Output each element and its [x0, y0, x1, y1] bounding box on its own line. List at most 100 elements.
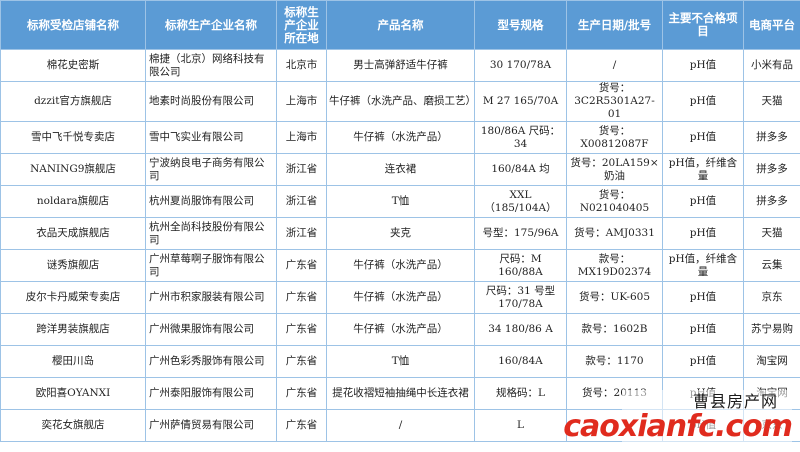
table-row: dzzit官方旗舰店 地素时尚股份有限公司 上海市 牛仔裤（水洗产品、磨损工艺） M 2…	[0, 81, 800, 122]
table-row: NANING9旗舰店 宁波纳良电子商务有限公司 浙江省 连衣裙 160/84A 均货号：…	[0, 153, 800, 186]
cell-shop-name: 樱田川岛	[0, 345, 146, 378]
cell-batch: 货号：X00812087F	[566, 121, 663, 154]
table-row: 皮尔卡丹威荣专卖店 广州市积家服装有限公司 广东省 牛仔裤（水洗产品） 尺码：31 号型…	[0, 281, 800, 314]
cell-shop-name: 棉花史密斯	[0, 49, 146, 82]
cell-model: 160/84A 均	[474, 153, 567, 186]
cell-batch: /	[566, 49, 663, 82]
header-product: 产品名称	[326, 0, 475, 50]
cell-location: 上海市	[276, 121, 327, 154]
cell-location: 广东省	[276, 313, 327, 346]
cell-shop-name: dzzit官方旗舰店	[0, 81, 146, 122]
cell-model: 号型：175/96A	[474, 217, 567, 250]
cell-model: M 27 165/70A	[474, 81, 567, 122]
header-shop-name: 标称受检店铺名称	[0, 0, 146, 50]
table-row: 樱田川岛 广州色彩秀服饰有限公司 广东省 T恤 160/84A 款号：1170 pH值 淘宝网	[0, 345, 800, 378]
cell-manufacturer: 宁波纳良电子商务有限公司	[145, 153, 277, 186]
cell-shop-name: 欧阳喜OYANXI	[0, 377, 146, 410]
cell-shop-name: 跨洋男装旗舰店	[0, 313, 146, 346]
cell-defect: pH值	[662, 345, 744, 378]
cell-location: 浙江省	[276, 185, 327, 218]
watermark-logo: 曹县房产网 caoxianfc.com	[563, 390, 793, 448]
cell-batch: 货号：AMJ0331	[566, 217, 663, 250]
header-defect: 主要不合格项目	[662, 0, 744, 50]
cell-product: 牛仔裤（水洗产品）	[326, 121, 475, 154]
cell-location: 广东省	[276, 281, 327, 314]
cell-location: 浙江省	[276, 153, 327, 186]
cell-platform: 小米有品	[743, 49, 800, 82]
cell-model: 尺码：M 160/88A	[474, 249, 567, 282]
cell-defect: pH值	[662, 121, 744, 154]
cell-batch: 货号：N021040405	[566, 185, 663, 218]
cell-platform: 苏宁易购	[743, 313, 800, 346]
table-row: 衣品天成旗舰店 杭州全尚科技股份有限公司 浙江省 夹克 号型：175/96A 货号：AMJ…	[0, 217, 800, 250]
cell-product: 牛仔裤（水洗产品）	[326, 249, 475, 282]
cell-platform: 拼多多	[743, 153, 800, 186]
cell-model: 30 170/78A	[474, 49, 567, 82]
cell-platform: 拼多多	[743, 121, 800, 154]
table-row: 雪中飞千悦专卖店 雪中飞实业有限公司 上海市 牛仔裤（水洗产品） 180/86A 尺码：…	[0, 121, 800, 154]
cell-batch: 款号：1602B	[566, 313, 663, 346]
cell-manufacturer: 广州萨倩贸易有限公司	[145, 409, 277, 442]
cell-product: 牛仔裤（水洗产品、磨损工艺）	[326, 81, 475, 122]
cell-shop-name: 奕花女旗舰店	[0, 409, 146, 442]
cell-shop-name: 谜秀旗舰店	[0, 249, 146, 282]
cell-location: 广东省	[276, 377, 327, 410]
table-row: 谜秀旗舰店 广州草莓啊子服饰有限公司 广东省 牛仔裤（水洗产品） 尺码：M 160/88…	[0, 249, 800, 282]
header-model: 型号规格	[474, 0, 567, 50]
cell-model: 规格码：L	[474, 377, 567, 410]
cell-batch: 货号：20LA159×奶油	[566, 153, 663, 186]
cell-manufacturer: 广州市积家服装有限公司	[145, 281, 277, 314]
inspection-table: 标称受检店铺名称 标称生产企业名称 标称生产企业所在地 产品名称 型号规格 生产日期/批号…	[0, 0, 800, 442]
cell-location: 广东省	[276, 249, 327, 282]
cell-platform: 拼多多	[743, 185, 800, 218]
cell-defect: pH值，纤维含量	[662, 249, 744, 282]
cell-location: 浙江省	[276, 217, 327, 250]
cell-product: 提花收褶短袖抽绳中长连衣裙	[326, 377, 475, 410]
cell-location: 上海市	[276, 81, 327, 122]
cell-manufacturer: 广州色彩秀服饰有限公司	[145, 345, 277, 378]
cell-manufacturer: 雪中飞实业有限公司	[145, 121, 277, 154]
table-row: noldara旗舰店 杭州夏尚服饰有限公司 浙江省 T恤 XXL（185/104A） 货号…	[0, 185, 800, 218]
cell-batch: 款号：1170	[566, 345, 663, 378]
table-body: 棉花史密斯 棉捷（北京）网络科技有限公司 北京市 男士高弹舒适牛仔裤 30 170/78…	[0, 49, 800, 442]
cell-defect: pH值	[662, 49, 744, 82]
cell-defect: pH值	[662, 217, 744, 250]
cell-product: 牛仔裤（水洗产品）	[326, 281, 475, 314]
cell-manufacturer: 广州微果服饰有限公司	[145, 313, 277, 346]
cell-product: 男士高弹舒适牛仔裤	[326, 49, 475, 82]
cell-batch: 款号：MX19D02374	[566, 249, 663, 282]
cell-product: /	[326, 409, 475, 442]
cell-model: 180/86A 尺码：34	[474, 121, 567, 154]
cell-model: L	[474, 409, 567, 442]
cell-defect: pH值	[662, 313, 744, 346]
cell-location: 北京市	[276, 49, 327, 82]
cell-platform: 云集	[743, 249, 800, 282]
cell-model: 34 180/86 A	[474, 313, 567, 346]
cell-manufacturer: 杭州全尚科技股份有限公司	[145, 217, 277, 250]
cell-product: 牛仔裤（水洗产品）	[326, 313, 475, 346]
cell-model: 尺码：31 号型170/78A	[474, 281, 567, 314]
cell-platform: 天猫	[743, 81, 800, 122]
cell-shop-name: noldara旗舰店	[0, 185, 146, 218]
cell-platform: 淘宝网	[743, 345, 800, 378]
cell-manufacturer: 棉捷（北京）网络科技有限公司	[145, 49, 277, 82]
cell-manufacturer: 广州泰阳服饰有限公司	[145, 377, 277, 410]
cell-product: T恤	[326, 185, 475, 218]
cell-batch: 货号：UK-605	[566, 281, 663, 314]
cell-shop-name: 皮尔卡丹威荣专卖店	[0, 281, 146, 314]
cell-defect: pH值	[662, 281, 744, 314]
table-row: 棉花史密斯 棉捷（北京）网络科技有限公司 北京市 男士高弹舒适牛仔裤 30 170/78…	[0, 49, 800, 82]
cell-product: 连衣裙	[326, 153, 475, 186]
report-page: 标称受检店铺名称 标称生产企业名称 标称生产企业所在地 产品名称 型号规格 生产日期/批号…	[0, 0, 800, 452]
cell-shop-name: 衣品天成旗舰店	[0, 217, 146, 250]
cell-product: T恤	[326, 345, 475, 378]
cell-model: XXL（185/104A）	[474, 185, 567, 218]
cell-defect: pH值	[662, 81, 744, 122]
cell-product: 夹克	[326, 217, 475, 250]
cell-manufacturer: 杭州夏尚服饰有限公司	[145, 185, 277, 218]
cell-platform: 天猫	[743, 217, 800, 250]
header-location: 标称生产企业所在地	[276, 0, 327, 50]
cell-batch: 货号：3C2R5301A27-01	[566, 81, 663, 122]
header-platform: 电商平台	[743, 0, 800, 50]
header-row: 标称受检店铺名称 标称生产企业名称 标称生产企业所在地 产品名称 型号规格 生产日期/批号…	[0, 0, 800, 50]
